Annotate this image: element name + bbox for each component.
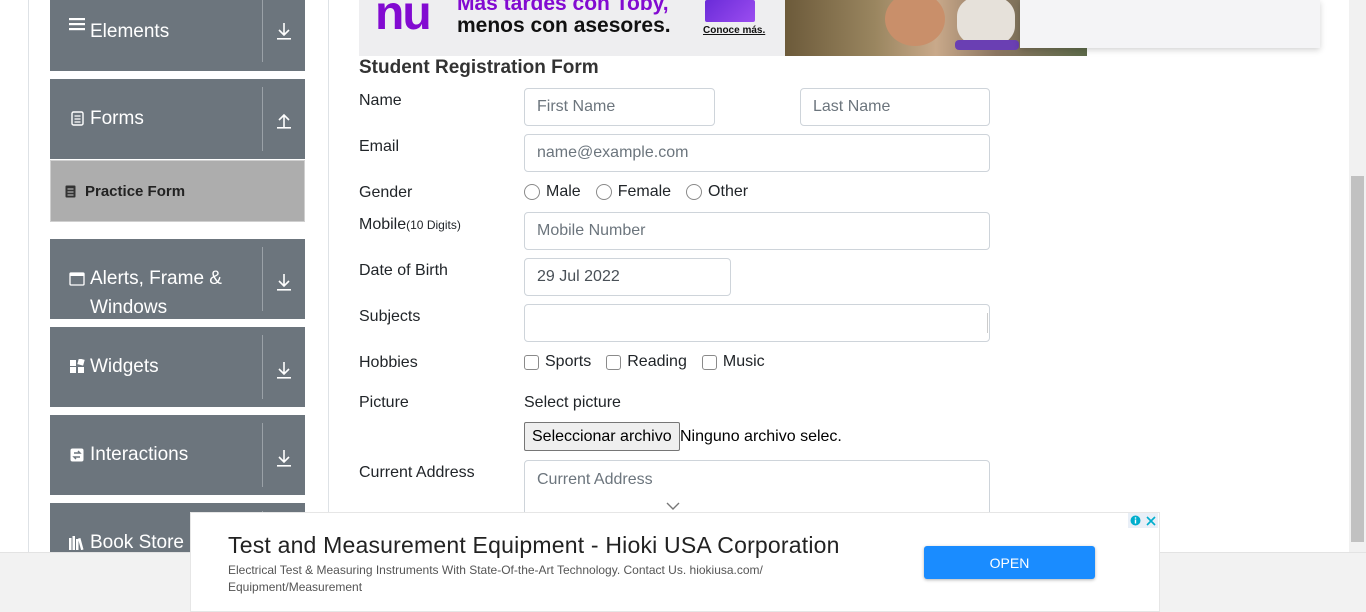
first-name-input[interactable]: First Name xyxy=(524,88,715,126)
ad-headline-2: menos con asesores. xyxy=(457,14,671,37)
window-icon xyxy=(66,264,88,286)
choose-file-button[interactable]: Seleccionar archivo xyxy=(524,422,680,451)
sidebar-group-label: Elements xyxy=(90,21,170,42)
radio-label: Female xyxy=(617,183,672,200)
sidebar-group-label: Forms xyxy=(90,108,144,129)
ad-title[interactable]: Test and Measurement Equipment - Hioki U… xyxy=(228,532,840,559)
form-icon xyxy=(65,185,76,198)
dob-value: 29 Jul 2022 xyxy=(537,268,620,285)
hobby-music-option[interactable]: Music xyxy=(701,353,771,371)
mobile-placeholder: Mobile Number xyxy=(537,222,646,239)
side-ad-card[interactable] xyxy=(1020,0,1320,48)
first-name-placeholder: First Name xyxy=(537,98,616,115)
checkbox[interactable] xyxy=(606,354,622,370)
email-label: Email xyxy=(359,138,400,155)
radio-label: Other xyxy=(708,183,749,200)
gender-label: Gender xyxy=(359,184,413,201)
ad-cta-link[interactable]: Conoce más. xyxy=(703,25,765,36)
sidebar-item-practice-form[interactable]: Practice Form xyxy=(50,160,305,222)
address-placeholder: Current Address xyxy=(537,471,653,488)
close-icon[interactable] xyxy=(1143,513,1158,528)
picture-label: Picture xyxy=(359,394,409,411)
chevron-down-icon[interactable] xyxy=(262,335,305,399)
mobile-input[interactable]: Mobile Number xyxy=(524,212,990,250)
list-icon xyxy=(66,17,88,31)
mobile-hint: (10 Digits) xyxy=(406,218,461,232)
mobile-label: Mobile(10 Digits) xyxy=(359,216,461,234)
sidebar-group-label: Alerts, Frame & Windows xyxy=(90,268,222,318)
hobbies-label: Hobbies xyxy=(359,354,418,371)
checkbox-label: Reading xyxy=(627,353,687,370)
last-name-placeholder: Last Name xyxy=(813,98,891,115)
sidebar-group-widgets[interactable]: Widgets xyxy=(50,327,305,407)
name-label: Name xyxy=(359,92,402,109)
document-icon xyxy=(66,104,88,126)
info-icon[interactable] xyxy=(1128,513,1143,528)
mobile-label-text: Mobile xyxy=(359,216,407,233)
widgets-icon xyxy=(66,352,88,374)
checkbox-label: Music xyxy=(722,353,765,370)
chevron-down-icon[interactable] xyxy=(262,0,305,62)
chevron-down-icon[interactable] xyxy=(262,247,305,311)
radio-button[interactable] xyxy=(524,184,540,200)
sidebar-group-label: Interactions xyxy=(90,444,189,465)
gender-female-option[interactable]: Female xyxy=(595,183,677,201)
subjects-label: Subjects xyxy=(359,308,421,325)
page-border xyxy=(28,0,29,552)
gender-other-option[interactable]: Other xyxy=(686,183,754,201)
ad-photo-collar xyxy=(955,40,1019,50)
credit-card-image xyxy=(705,0,755,22)
page-scrollbar[interactable] xyxy=(1349,0,1366,552)
nu-logo: nu xyxy=(375,0,432,40)
sidebar-item-label: Practice Form xyxy=(85,182,186,200)
books-icon xyxy=(66,528,88,550)
date-of-birth-input[interactable]: 29 Jul 2022 xyxy=(524,258,731,296)
dob-label: Date of Birth xyxy=(359,262,448,279)
email-placeholder: name@example.com xyxy=(537,144,689,161)
top-ad-banner[interactable]: nu Más tardes con Toby, menos con asesor… xyxy=(359,0,1087,56)
hobby-sports-option[interactable]: Sports xyxy=(524,353,597,371)
sidebar-group-alerts[interactable]: Alerts, Frame & Windows xyxy=(50,239,305,319)
subjects-divider xyxy=(987,313,988,333)
current-address-textarea[interactable]: Current Address xyxy=(524,460,990,520)
ad-open-button[interactable]: OPEN xyxy=(924,546,1095,579)
adchoices[interactable] xyxy=(1128,513,1158,528)
chevron-up-icon[interactable] xyxy=(262,87,305,151)
ad-description: Electrical Test & Measuring Instruments … xyxy=(228,563,763,594)
file-status-text: Ninguno archivo selec. xyxy=(680,428,842,445)
sidebar-group-forms[interactable]: Forms xyxy=(50,79,305,159)
subjects-input[interactable] xyxy=(524,304,990,342)
checkbox[interactable] xyxy=(524,354,539,370)
checkbox[interactable] xyxy=(701,354,717,370)
bottom-ad-banner[interactable]: Test and Measurement Equipment - Hioki U… xyxy=(190,512,1160,612)
radio-label: Male xyxy=(546,183,581,200)
gender-male-option[interactable]: Male xyxy=(524,183,587,201)
gender-radio-group: Male Female Other xyxy=(524,183,763,201)
ad-photo-person xyxy=(885,0,945,46)
sidebar-group-elements[interactable]: Elements xyxy=(50,0,305,71)
current-address-label: Current Address xyxy=(359,464,475,481)
content-divider xyxy=(328,0,329,552)
sidebar-group-interactions[interactable]: Interactions xyxy=(50,415,305,495)
sidebar-group-label: Widgets xyxy=(90,356,159,377)
hobbies-checkbox-group: Sports Reading Music xyxy=(524,353,780,371)
radio-button[interactable] xyxy=(595,184,612,200)
email-input[interactable]: name@example.com xyxy=(524,134,990,172)
hobby-reading-option[interactable]: Reading xyxy=(606,353,693,371)
interactions-icon xyxy=(66,440,88,462)
select-picture-label: Select picture xyxy=(524,394,621,411)
radio-button[interactable] xyxy=(686,184,703,200)
last-name-input[interactable]: Last Name xyxy=(800,88,990,126)
checkbox-label: Sports xyxy=(545,353,592,370)
scrollbar-thumb[interactable] xyxy=(1351,176,1364,542)
chevron-down-icon[interactable] xyxy=(262,423,305,487)
form-title: Student Registration Form xyxy=(359,57,599,78)
sidebar-group-label: Book Store xyxy=(90,532,184,553)
